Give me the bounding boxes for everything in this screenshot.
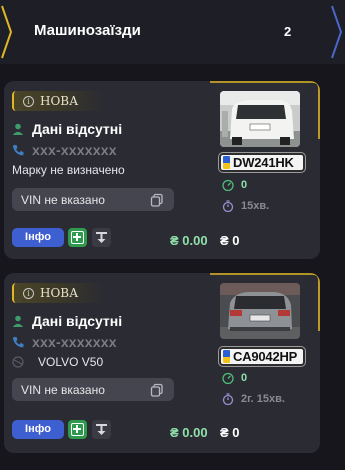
timer-icon — [222, 200, 234, 212]
phone-row: xxx-xxxxxxx — [12, 334, 117, 350]
vin-field[interactable]: VIN не вказано — [12, 188, 174, 211]
duration-value: 15хв. — [241, 200, 270, 212]
visits-row: 0 — [222, 372, 247, 384]
brand-row: VOLVO V50 — [12, 355, 103, 369]
user-icon — [12, 315, 24, 327]
car-photo[interactable] — [220, 283, 300, 339]
status-label: НОВА — [40, 286, 79, 300]
info-button[interactable]: Інфо — [12, 420, 64, 439]
phone-icon — [13, 145, 24, 156]
duration-row: 15хв. — [222, 200, 269, 212]
user-icon — [12, 123, 24, 135]
header-bar: Машинозаїзди 2 — [0, 0, 345, 64]
visits-row: 0 — [222, 179, 247, 191]
speedometer-icon — [222, 372, 234, 384]
duration-row: 2г. 15хв. — [222, 393, 285, 405]
status-label: НОВА — [40, 94, 79, 108]
client-row: Дані відсутні — [12, 121, 122, 137]
visits-count: 0 — [241, 179, 248, 191]
chevron-left-icon[interactable] — [0, 0, 14, 64]
page-title: Машинозаїзди — [34, 22, 141, 39]
copy-icon[interactable] — [150, 383, 164, 397]
lift-icon[interactable] — [92, 420, 111, 439]
phone-number[interactable]: xxx-xxxxxxx — [32, 334, 117, 350]
plus-icon — [71, 231, 84, 244]
phone-icon — [13, 337, 24, 348]
flag-icon — [223, 156, 230, 169]
amount-total: ₴ 0 — [220, 233, 240, 248]
duration-value: 2г. 15хв. — [241, 393, 285, 405]
chevron-right-icon[interactable] — [329, 0, 345, 64]
car-brand: VOLVO V50 — [38, 355, 104, 369]
client-name: Дані відсутні — [32, 313, 123, 329]
license-plate: CA9042HP — [219, 347, 305, 366]
add-button[interactable] — [68, 228, 87, 247]
visits-count: 0 — [241, 372, 248, 384]
amount-paid: ₴ 0.00 — [170, 425, 208, 440]
info-button[interactable]: Інфо — [12, 228, 64, 247]
count-badge: 2 — [284, 24, 292, 39]
vin-value: VIN не вказано — [21, 192, 105, 207]
license-plate: DW241HK — [219, 153, 305, 172]
arrival-card[interactable]: i НОВА Дані відсутні xxx-xxxxxxx Марку н… — [4, 81, 320, 259]
client-row: Дані відсутні — [12, 313, 122, 329]
car-photo[interactable] — [220, 91, 300, 147]
add-button[interactable] — [68, 420, 87, 439]
copy-icon[interactable] — [150, 193, 164, 207]
amount-paid: ₴ 0.00 — [170, 233, 208, 248]
lift-icon[interactable] — [92, 228, 111, 247]
phone-number[interactable]: xxx-xxxxxxx — [32, 142, 117, 158]
timer-icon — [222, 393, 234, 405]
car-brand: Марку не визначено — [12, 163, 125, 177]
brand-logo-icon — [12, 356, 24, 368]
info-icon: i — [23, 95, 34, 107]
phone-row: xxx-xxxxxxx — [12, 142, 117, 158]
plus-icon — [71, 423, 84, 436]
plate-number: DW241HK — [233, 155, 294, 170]
plate-number: CA9042HP — [233, 349, 298, 364]
status-badge: i НОВА — [12, 91, 104, 111]
vin-field[interactable]: VIN не вказано — [12, 378, 174, 401]
arrival-card[interactable]: i НОВА Дані відсутні xxx-xxxxxxx VOLVO V… — [4, 273, 320, 453]
brand-row: Марку не визначено — [12, 163, 125, 177]
client-name: Дані відсутні — [32, 121, 123, 137]
info-icon: i — [23, 287, 34, 299]
status-badge: i НОВА — [12, 283, 104, 303]
flag-icon — [223, 350, 230, 363]
vin-value: VIN не вказано — [21, 382, 105, 397]
amount-total: ₴ 0 — [220, 425, 240, 440]
speedometer-icon — [222, 179, 234, 191]
